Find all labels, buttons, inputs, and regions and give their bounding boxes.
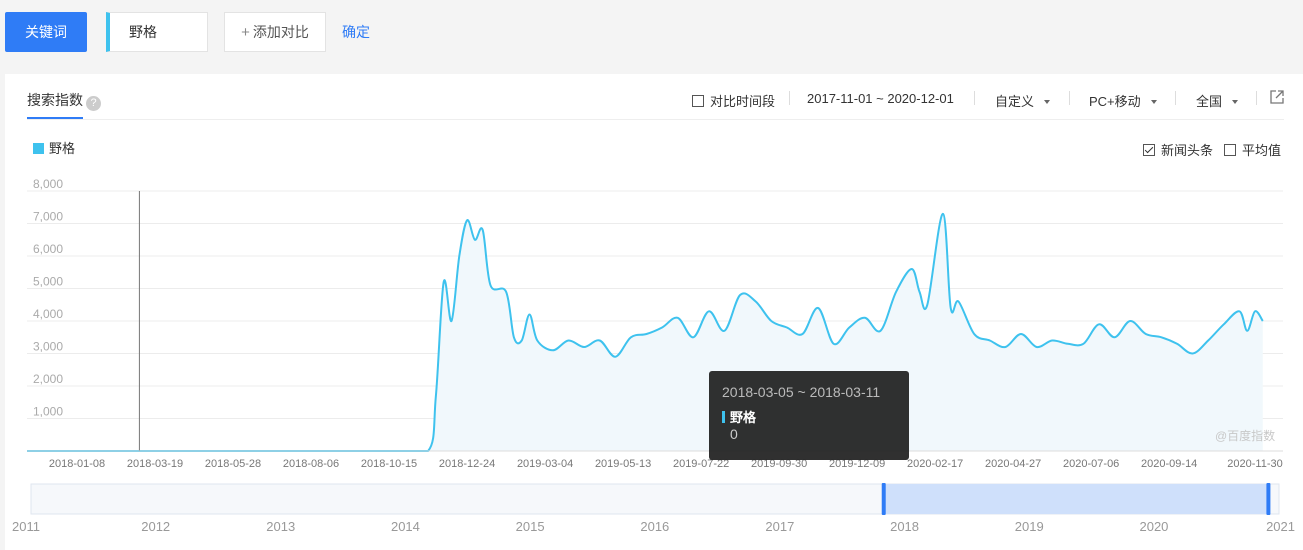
y-tick-label: 4,000	[33, 307, 63, 321]
timeline-slider: 2011 2012 2013 2014 2015 2016 2017 2018 2019 2020…	[12, 483, 1295, 534]
x-tick-label: 2018-12-24	[439, 458, 495, 470]
y-tick-label: 8,000	[33, 177, 63, 191]
keyword-input[interactable]: 野格	[106, 12, 208, 52]
add-compare-label: 添加对比	[252, 24, 309, 40]
x-axis: 2018-01-08 2018-03-19 2018-05-28 2018-08-06…	[27, 450, 1283, 470]
tooltip-value: 0	[730, 426, 738, 442]
timeline-handle-start[interactable]	[881, 483, 886, 515]
x-tick-label: 2020-11-30	[1227, 458, 1282, 470]
y-axis: 8,000 7,000 6,000 5,000 4,000 3,000 2,000 1,000	[33, 177, 63, 419]
timeline-year-label: 2019	[1015, 519, 1044, 534]
plus-icon: +	[241, 24, 250, 41]
keyword-button[interactable]: 关键词	[5, 12, 87, 52]
search-index-chart[interactable]: 8,000 7,000 6,000 5,000 4,000 3,000 2,000 1,000…	[0, 74, 1303, 550]
timeline-year-label: 2021	[1266, 519, 1295, 534]
timeline-selection	[883, 484, 1269, 514]
tooltip-date: 2018-03-05 ~ 2018-03-11	[722, 384, 881, 400]
x-tick-label: 2019-05-13	[595, 458, 651, 470]
timeline-handle-end[interactable]	[1266, 483, 1271, 515]
y-tick-label: 6,000	[33, 242, 63, 256]
y-tick-label: 1,000	[33, 405, 63, 419]
timeline-year-label: 2011	[12, 519, 40, 534]
x-tick-label: 2018-08-06	[283, 458, 339, 470]
add-compare-button[interactable]: + 添加对比	[224, 12, 326, 52]
timeline-year-label: 2016	[640, 519, 669, 534]
search-toolbar: 关键词 野格 + 添加对比 确定	[0, 0, 1303, 66]
timeline-year-label: 2013	[266, 519, 295, 534]
x-tick-label: 2020-07-06	[1063, 458, 1119, 470]
x-tick-label: 2020-02-17	[907, 458, 963, 470]
x-tick-label: 2020-09-14	[1141, 458, 1197, 470]
timeline-year-label: 2015	[516, 519, 545, 534]
x-tick-label: 2019-03-04	[517, 458, 573, 470]
chart-tooltip: 2018-03-05 ~ 2018-03-11 野格 0	[709, 371, 909, 460]
timeline-year-label: 2014	[391, 519, 420, 534]
y-tick-label: 7,000	[33, 210, 63, 224]
x-tick-label: 2018-03-19	[127, 458, 183, 470]
timeline-year-label: 2012	[141, 519, 170, 534]
series-color-marker	[722, 411, 725, 423]
y-tick-label: 2,000	[33, 372, 63, 386]
x-tick-label: 2018-10-15	[361, 458, 417, 470]
watermark: @百度指数	[1215, 429, 1276, 443]
y-tick-label: 3,000	[33, 340, 63, 354]
x-tick-label: 2018-05-28	[205, 458, 261, 470]
y-tick-label: 5,000	[33, 275, 63, 289]
tooltip-series: 野格	[722, 407, 756, 426]
timeline-year-label: 2017	[765, 519, 794, 534]
tooltip-series-label: 野格	[730, 410, 757, 425]
x-tick-label: 2018-01-08	[49, 458, 105, 470]
series-area-fill	[27, 213, 1263, 451]
x-tick-label: 2020-04-27	[985, 458, 1041, 470]
timeline-year-label: 2018	[890, 519, 919, 534]
confirm-link[interactable]: 确定	[342, 22, 370, 42]
timeline-year-label: 2020	[1139, 519, 1168, 534]
